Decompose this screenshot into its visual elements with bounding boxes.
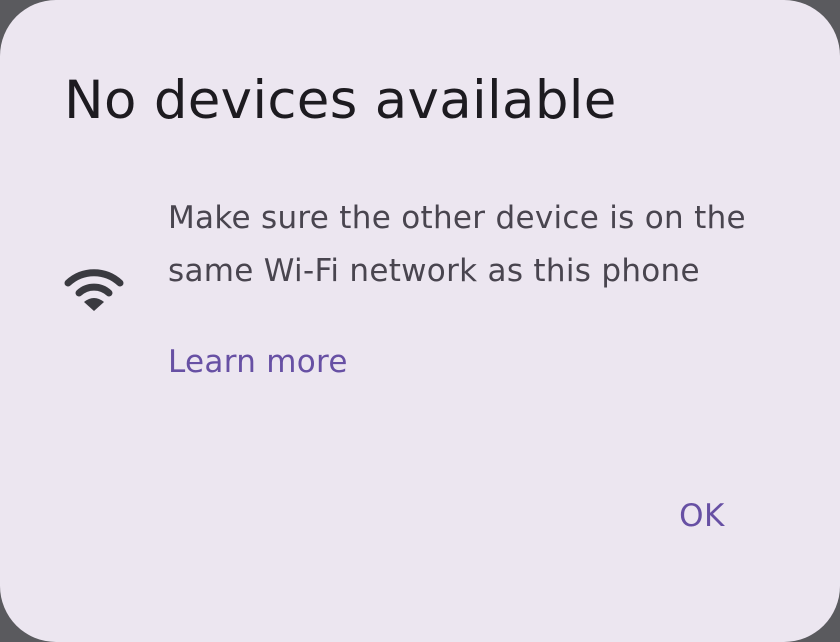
wifi-icon: [64, 265, 124, 313]
no-devices-dialog: No devices available Make sure the other…: [0, 0, 840, 642]
learn-more-link[interactable]: Learn more: [168, 340, 348, 385]
dialog-title: No devices available: [64, 70, 617, 131]
ok-button[interactable]: OK: [652, 484, 752, 548]
dialog-message: Make sure the other device is on the sam…: [168, 200, 746, 289]
